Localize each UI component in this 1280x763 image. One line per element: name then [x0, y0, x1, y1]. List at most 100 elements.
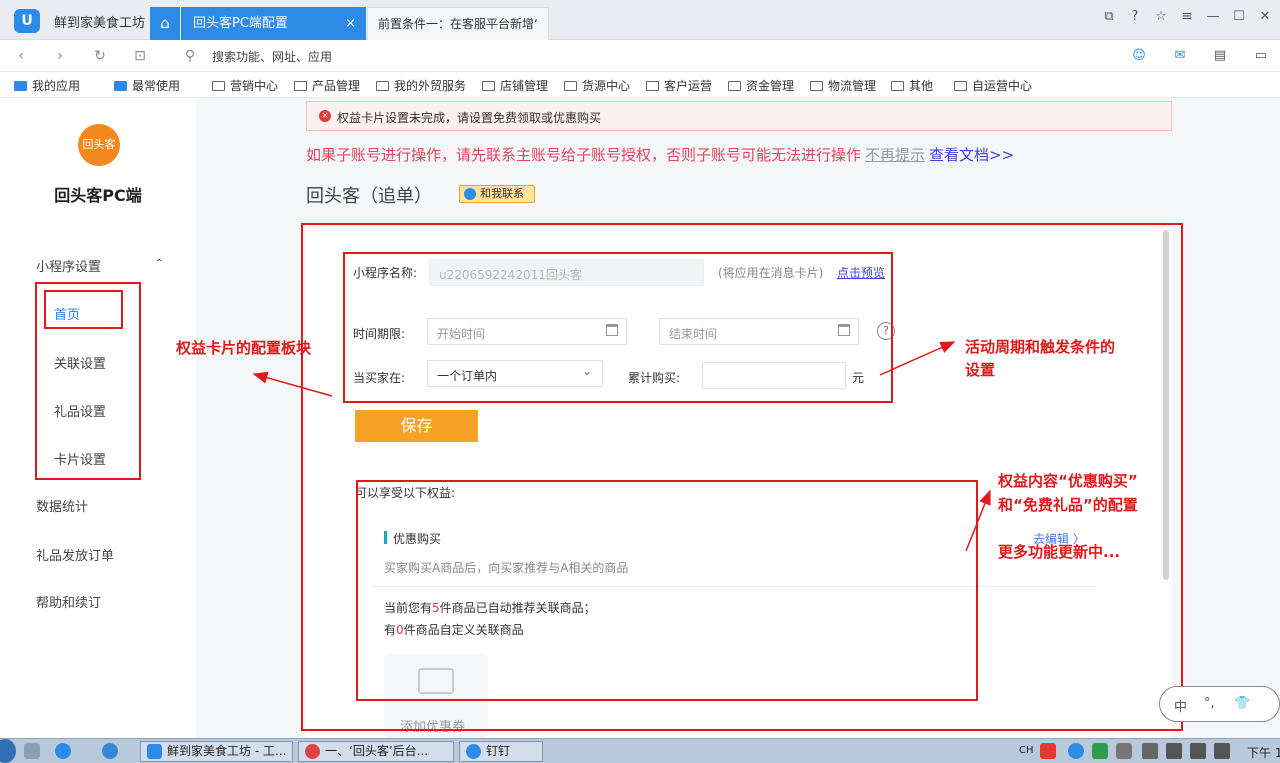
folder-icon: [294, 81, 307, 91]
ime-skin-icon: 👕: [1234, 696, 1251, 711]
screen-icon[interactable]: ▭: [1250, 46, 1272, 66]
app-name: 鲜到家美食工坊: [54, 16, 146, 31]
input-method-widget[interactable]: 中 °, 👕: [1159, 686, 1280, 722]
tray-signal-icon[interactable]: [1214, 743, 1230, 759]
bookmark-self-ops[interactable]: 自运营中心: [954, 77, 1032, 94]
app-task-icon: [147, 744, 162, 759]
page-title: 回头客（追单）: [306, 186, 432, 207]
task-dingtalk[interactable]: 钉钉: [459, 741, 543, 762]
bookmark-foreign-trade[interactable]: 我的外贸服务: [376, 77, 466, 94]
app-box-icon: [114, 81, 127, 91]
annotation-box-benefits: [356, 480, 978, 701]
bookmark-frequent[interactable]: 最常使用: [114, 77, 180, 94]
sidebar-item-statistics[interactable]: 数据统计: [36, 496, 88, 515]
bookmark-other[interactable]: 其他: [891, 77, 933, 94]
back-icon[interactable]: ‹: [11, 46, 31, 66]
annotation-right-1: 活动周期和触发条件的: [965, 338, 1116, 356]
skin-icon[interactable]: ⧉: [1098, 6, 1120, 28]
ime-lang: 中: [1174, 700, 1188, 715]
annotation-box-home: [44, 290, 123, 329]
chevron-up-icon[interactable]: ⌃: [155, 258, 163, 269]
annotation-left: 权益卡片的配置板块: [176, 339, 312, 357]
brand-name: 回头客PC端: [54, 186, 142, 205]
annotation-box-conditions: [343, 252, 893, 403]
error-icon: ×: [319, 110, 331, 122]
annotation-bottom-2: 和“免费礼品”的配置: [998, 496, 1138, 514]
sidebar-item-help[interactable]: 帮助和续订: [36, 592, 101, 611]
tab-active-label: 回头客PC端配置: [193, 16, 288, 31]
tray-clock: 下午 1: [1247, 746, 1280, 760]
refresh-icon[interactable]: ↻: [90, 46, 110, 66]
folder-icon: [212, 81, 225, 91]
start-icon[interactable]: [0, 739, 16, 763]
sogou-icon[interactable]: [1040, 743, 1056, 759]
ime-punct: °,: [1204, 696, 1215, 711]
address-bar: ‹ › ↻ ⊡ ⚲ 搜索功能、网址、应用 ☺ ✉ ▤ ▭: [0, 40, 1280, 72]
tab-second[interactable]: 前置条件一：在客服平台新增‘: [367, 7, 549, 40]
folder-icon: [376, 81, 389, 91]
folder-icon: [954, 81, 967, 91]
bookmark-sourcing[interactable]: 货源中心: [564, 77, 630, 94]
bookmark-marketing[interactable]: 营销中心: [212, 77, 278, 94]
tab-second-label: 前置条件一：在客服平台新增‘: [378, 17, 538, 31]
card-icon[interactable]: ▤: [1209, 46, 1231, 66]
capture-icon[interactable]: ⊡: [130, 46, 150, 66]
sidebar-group-miniapp[interactable]: 小程序设置: [36, 256, 101, 275]
task-app[interactable]: 鲜到家美食工坊 - 工...: [140, 741, 293, 762]
task-chrome[interactable]: 一、‘回头客’后台...: [298, 741, 454, 762]
dingtalk-icon: [466, 744, 481, 759]
folder-icon: [728, 81, 741, 91]
contact-me-button[interactable]: 和我联系: [459, 185, 535, 203]
show-desktop-icon[interactable]: [24, 743, 40, 759]
mail-icon[interactable]: ✉: [1169, 46, 1191, 66]
bookmark-logistics[interactable]: 物流管理: [810, 77, 876, 94]
folder-icon: [482, 81, 495, 91]
close-window-icon[interactable]: ✕: [1254, 6, 1276, 28]
tab-close-icon[interactable]: ×: [345, 7, 356, 40]
chrome-icon: [305, 744, 320, 759]
emoji-icon[interactable]: ☺: [1128, 46, 1150, 66]
bookmark-customer-ops[interactable]: 客户运营: [646, 77, 712, 94]
tray-dingtalk-icon[interactable]: [1068, 743, 1084, 759]
home-tab-icon[interactable]: ⌂: [150, 7, 180, 40]
tray-volume-icon[interactable]: [1190, 743, 1206, 759]
brand-logo-icon: 回头客: [78, 124, 120, 166]
tab-active[interactable]: 回头客PC端配置 ×: [181, 7, 366, 40]
sidebar-item-gift-orders[interactable]: 礼品发放订单: [36, 545, 114, 564]
folder-icon: [564, 81, 577, 91]
bookmark-my-apps[interactable]: 我的应用: [14, 77, 80, 94]
shirt-icon[interactable]: ☆: [1150, 6, 1172, 28]
bookmark-products[interactable]: 产品管理: [294, 77, 360, 94]
search-input[interactable]: 搜索功能、网址、应用: [212, 48, 332, 65]
forward-icon[interactable]: ›: [50, 46, 70, 66]
dingtalk-quick-icon[interactable]: [55, 743, 71, 759]
tray-language[interactable]: CH: [1019, 745, 1034, 756]
subaccount-warning: 如果子账号进行操作，请先联系主账号给子账号授权，否则子账号可能无法进行操作 不再提…: [306, 144, 1014, 165]
annotation-right-2: 设置: [965, 361, 996, 379]
title-bar: U 鲜到家美食工坊 ⌂ 回头客PC端配置 × 前置条件一：在客服平台新增‘ ⧉ …: [0, 0, 1280, 40]
bookmarks-bar: 我的应用 最常使用 营销中心 产品管理 我的外贸服务 店铺管理 货源中心 客户运…: [0, 72, 1280, 98]
tray-battery-icon[interactable]: [1166, 743, 1182, 759]
folder-icon: [891, 81, 904, 91]
chat-icon: [464, 188, 476, 200]
help-circle-icon[interactable]: ?: [1124, 6, 1146, 28]
alert-text: 权益卡片设置未完成，请设置免费领取或优惠购买: [337, 111, 602, 125]
maximize-icon[interactable]: ☐: [1228, 6, 1250, 28]
app-logo-icon[interactable]: U: [14, 9, 40, 33]
view-docs-link[interactable]: 查看文档>>: [929, 146, 1014, 164]
menu-icon[interactable]: ≡: [1176, 6, 1198, 28]
ie-icon[interactable]: [102, 743, 118, 759]
dont-show-link[interactable]: 不再提示: [865, 146, 925, 164]
warning-text: 如果子账号进行操作，请先联系主账号给子账号授权，否则子账号可能无法进行操作: [306, 146, 862, 164]
minimize-icon[interactable]: —: [1202, 6, 1224, 28]
search-icon: ⚲: [184, 48, 196, 64]
tray-app-icon[interactable]: [1092, 743, 1108, 759]
bookmark-finance[interactable]: 资金管理: [728, 77, 794, 94]
folder-icon: [810, 81, 823, 91]
tray-usb-icon[interactable]: [1142, 743, 1158, 759]
bookmark-shop[interactable]: 店铺管理: [482, 77, 548, 94]
tray-network-icon[interactable]: [1116, 743, 1132, 759]
folder-icon: [646, 81, 659, 91]
alert-banner: × 权益卡片设置未完成，请设置免费领取或优惠购买: [306, 101, 1172, 131]
taskbar: 鲜到家美食工坊 - 工... 一、‘回头客’后台... 钉钉 CH 下午 1: [0, 738, 1280, 763]
